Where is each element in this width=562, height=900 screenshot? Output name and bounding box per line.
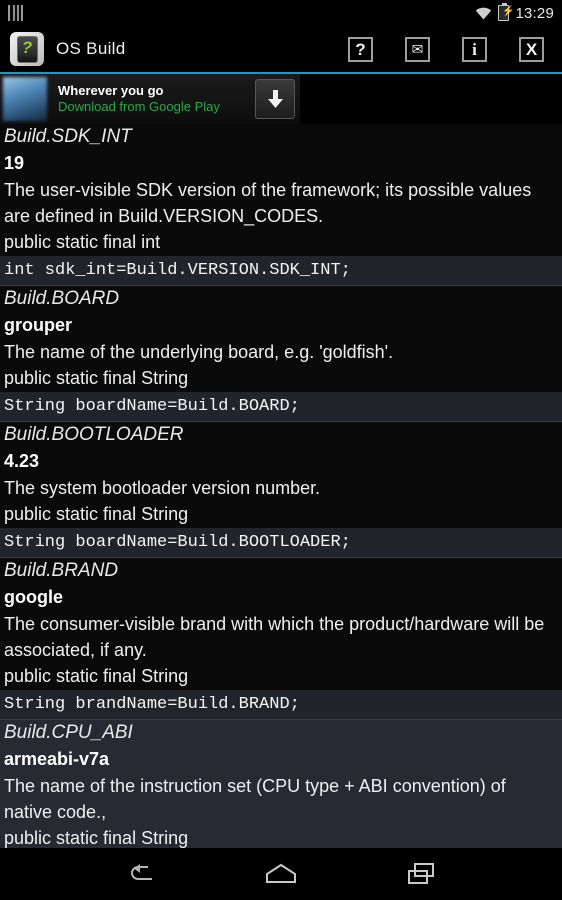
property-code-sample[interactable]: String boardName=Build.BOOTLOADER; [0,528,562,558]
property-code-sample[interactable]: String brandName=Build.BRAND; [0,690,562,720]
property-description: The name of the instruction set (CPU typ… [4,776,506,822]
property-value: 4.23 [4,451,40,471]
ad-title: Wherever you go [58,83,164,98]
property-signature: public static final String [4,828,189,848]
property-description: The name of the underlying board, e.g. '… [4,342,394,362]
wifi-icon [475,7,492,20]
property-value: google [4,587,63,607]
property-signature: public static final int [4,232,161,252]
back-icon[interactable] [119,857,163,891]
property-description: The system bootloader version number. [4,478,321,498]
question-mark-glyph: ? [21,38,33,57]
property-signature: public static final String [4,368,189,388]
info-button[interactable]: i [462,36,487,62]
property-name: Build.BOARD [4,288,120,309]
home-icon[interactable] [259,857,303,891]
list-item[interactable]: Build.BRAND google The consumer-visible … [0,558,562,720]
recents-icon[interactable] [399,857,443,891]
battery-charging-icon: ⚡ [498,3,514,21]
property-value: 19 [4,153,25,173]
ad-download-button[interactable] [255,79,295,119]
list-item[interactable]: Build.BOARD grouper The name of the unde… [0,286,562,422]
page-title: OS Build [56,39,126,58]
download-arrow-icon [266,89,285,110]
ad-thumbnail-image [3,77,47,121]
sim-card-icon [8,5,23,21]
property-description: The consumer-visible brand with which th… [4,614,545,660]
list-item[interactable]: Build.CPU_ABI armeabi-v7a The name of th… [0,720,562,848]
ad-text: Wherever you go Download from Google Pla… [58,83,220,115]
property-description: The user-visible SDK version of the fram… [4,180,532,226]
property-code-sample[interactable]: String boardName=Build.BOARD; [0,392,562,422]
property-signature: public static final String [4,666,189,686]
os-build-app-icon[interactable]: ? [10,32,44,66]
mail-button[interactable]: ✉ [405,36,430,62]
build-properties-list[interactable]: Build.SDK_INT 19 The user-visible SDK ve… [0,124,562,848]
help-button[interactable]: ? [348,36,373,62]
status-bar-left [8,5,23,21]
charging-bolt-icon: ⚡ [501,6,515,17]
property-name: Build.SDK_INT [4,126,132,147]
action-bar-buttons: ? ✉ i X [348,36,552,62]
navigation-bar [0,848,562,900]
property-name: Build.BOOTLOADER [4,424,184,445]
property-value: armeabi-v7a [4,749,110,769]
property-value: grouper [4,315,73,335]
action-bar: ? OS Build ? ✉ i X [0,26,562,72]
property-name: Build.BRAND [4,560,119,581]
android-screen: ⚡ 13:29 ? OS Build ? ✉ i X Wherever you … [0,0,562,900]
close-button[interactable]: X [519,36,544,62]
ad-subtitle: Download from Google Play [58,99,220,114]
ad-banner[interactable]: Wherever you go Download from Google Pla… [0,74,300,124]
list-item[interactable]: Build.BOOTLOADER 4.23 The system bootloa… [0,422,562,558]
property-signature: public static final String [4,504,189,524]
status-bar: ⚡ 13:29 [0,0,562,26]
status-bar-clock: 13:29 [515,4,554,22]
property-name: Build.CPU_ABI [4,722,133,743]
status-bar-right: ⚡ 13:29 [475,3,554,22]
phone-shape: ? [16,35,38,63]
property-code-sample[interactable]: int sdk_int=Build.VERSION.SDK_INT; [0,256,562,286]
list-item[interactable]: Build.SDK_INT 19 The user-visible SDK ve… [0,124,562,286]
